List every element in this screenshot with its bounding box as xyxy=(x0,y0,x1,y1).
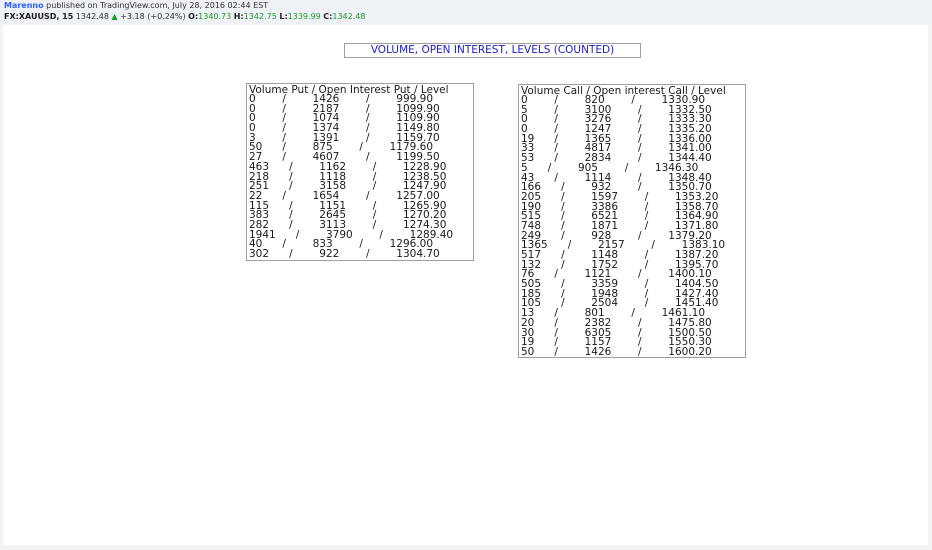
chart-header-bar: Marenno published on TradingView.com, Ju… xyxy=(0,0,932,24)
author-link[interactable]: Marenno xyxy=(4,1,44,10)
high-value: 1342.75 xyxy=(243,12,277,21)
close-value: 1342.48 xyxy=(332,12,366,21)
low-label: L: xyxy=(279,12,288,21)
close-label: C: xyxy=(323,12,333,21)
price-change: +3.18 (+0.24%) xyxy=(120,12,186,21)
chart-title-box: VOLUME, OPEN INTEREST, LEVELS (COUNTED) xyxy=(344,43,641,58)
chart-canvas[interactable]: VOLUME, OPEN INTEREST, LEVELS (COUNTED) … xyxy=(3,25,928,545)
publish-info: Marenno published on TradingView.com, Ju… xyxy=(4,1,268,10)
put-panel: Volume Put / Open Interest Put / Level 0… xyxy=(246,83,474,261)
publish-text: published on TradingView.com, July 28, 2… xyxy=(46,1,269,10)
open-value: 1340.73 xyxy=(198,12,232,21)
table-row: 302 / 922 / 1304.70 xyxy=(249,248,440,260)
last-price: 1342.48 xyxy=(75,12,109,21)
high-label: H: xyxy=(233,12,244,21)
put-rows: 0 / 1426 / 999.90 0 / 2187 / 1099.90 0 / 1… xyxy=(249,94,453,260)
call-rows: 0 / 820 / 1330.90 5 / 3100 / 1332.50 0 / 3… xyxy=(521,95,725,358)
up-arrow-icon: ▲ xyxy=(111,12,118,21)
open-label: O: xyxy=(188,12,199,21)
table-row: 50 / 1426 / 1600.20 xyxy=(521,345,712,358)
symbol-name[interactable]: FX:XAUUSD, 15 xyxy=(4,12,73,21)
low-value: 1339.99 xyxy=(287,12,321,21)
call-panel: Volume Call / Open interest Call / Level… xyxy=(518,84,746,358)
symbol-info: FX:XAUUSD, 15 1342.48 ▲ +3.18 (+0.24%) O… xyxy=(4,12,365,21)
